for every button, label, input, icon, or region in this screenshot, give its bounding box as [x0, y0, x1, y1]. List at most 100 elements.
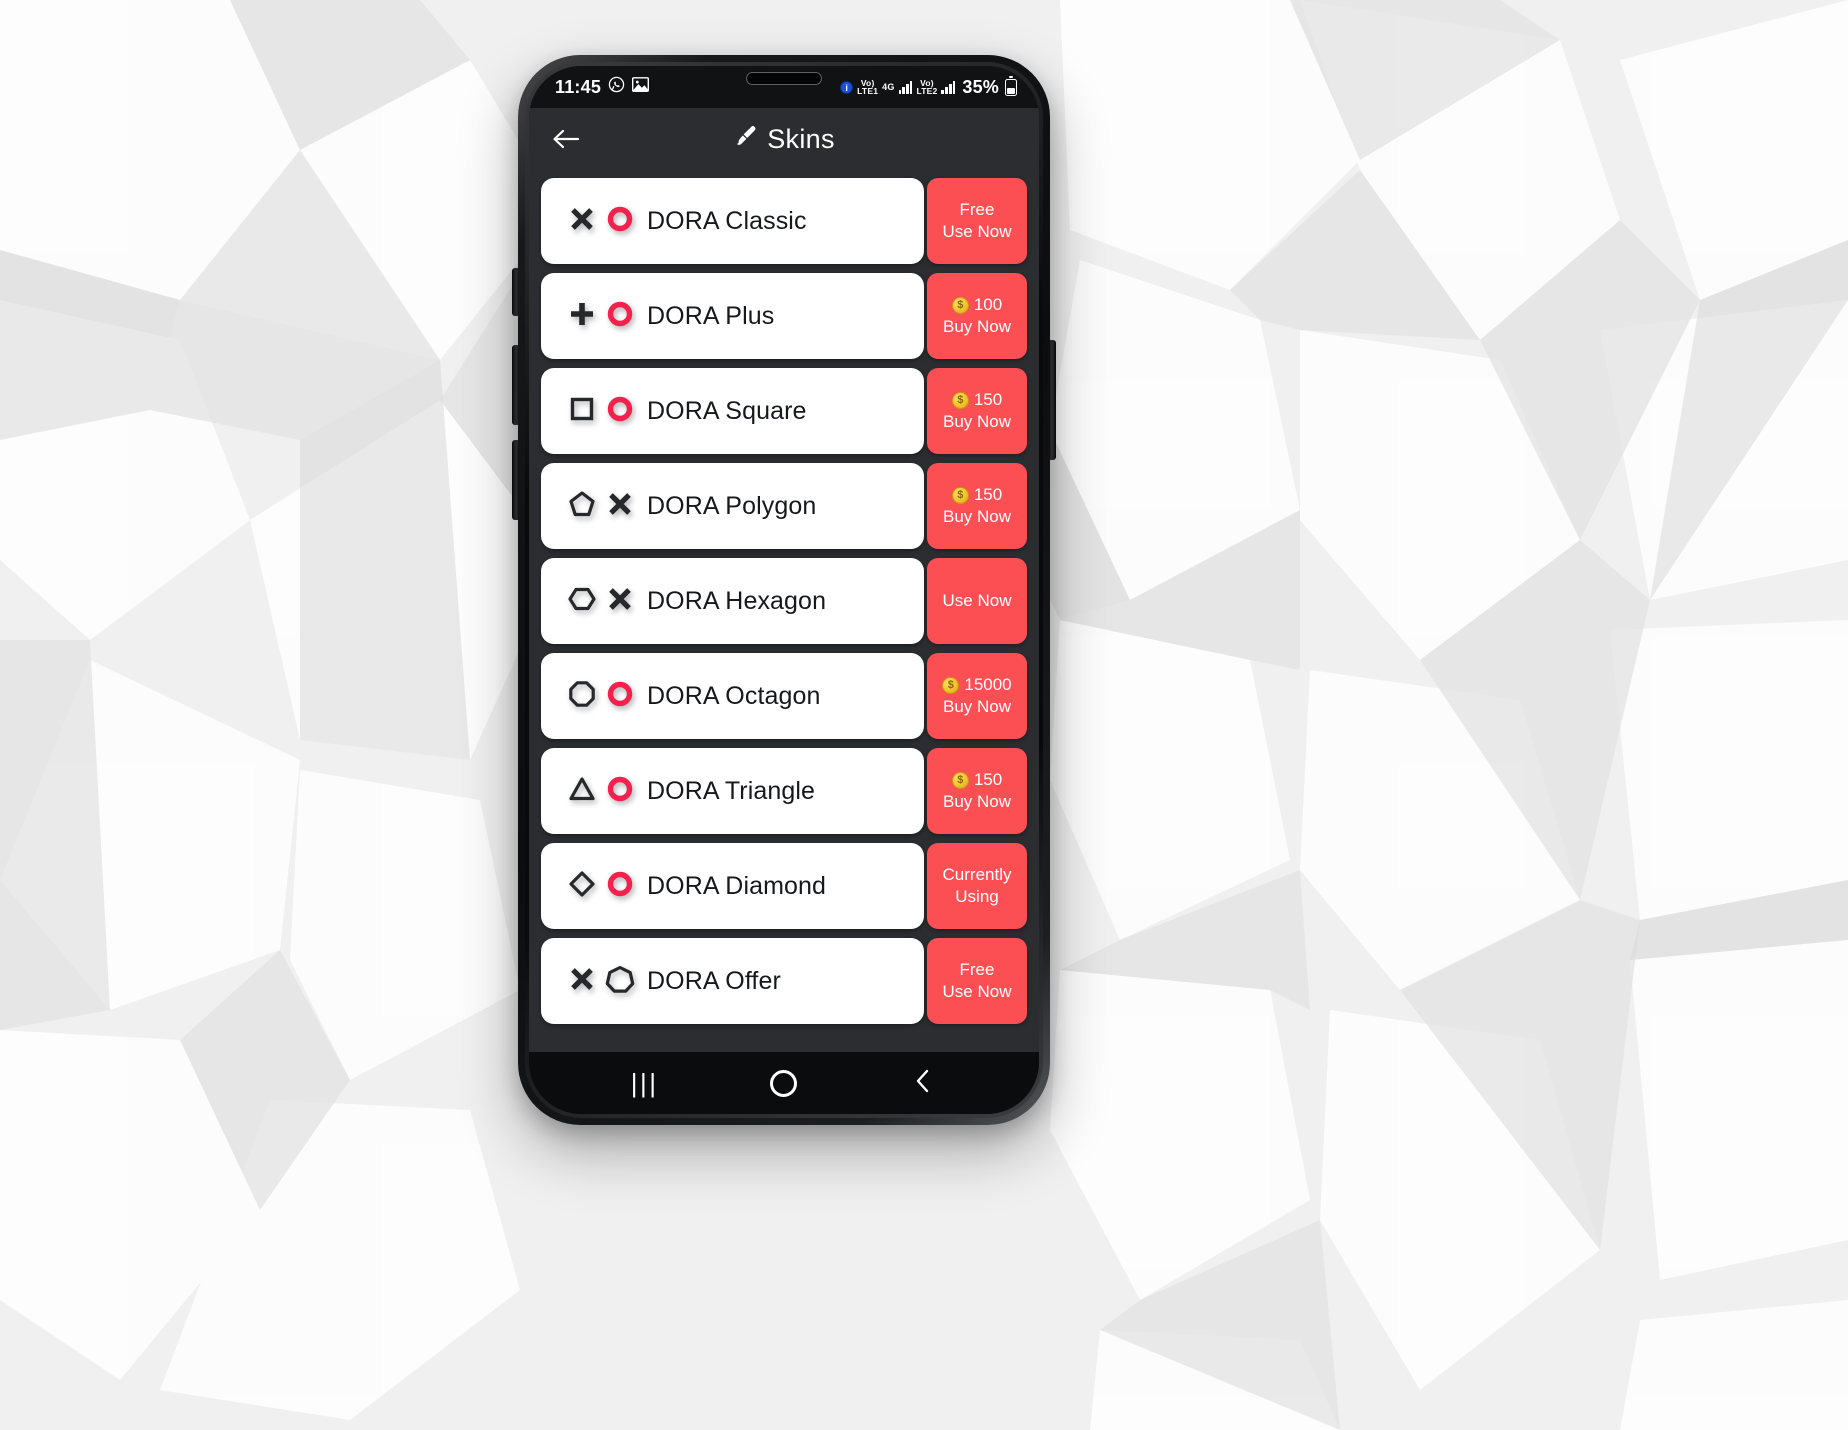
- nav-back-button[interactable]: [896, 1062, 950, 1104]
- skin-action-button[interactable]: Free Use Now: [927, 938, 1027, 1024]
- status-time: 11:45: [555, 76, 602, 97]
- nav-recents-button[interactable]: |||: [618, 1062, 672, 1104]
- skin-preview-icons: [567, 869, 635, 904]
- earpiece-speaker: [746, 72, 822, 85]
- phone-bezel: 11:45 i Vo) LTE1 4G Vo) LTE2 35% Skins D…: [525, 62, 1043, 1118]
- system-nav-bar: |||: [529, 1052, 1039, 1114]
- coin-icon: $: [951, 486, 969, 504]
- signal-bars-1-icon: [898, 80, 913, 94]
- skin-card[interactable]: DORA Polygon: [541, 463, 924, 549]
- skin-action-button[interactable]: $150 Buy Now: [927, 748, 1027, 834]
- sim2-line2: LTE2: [916, 86, 938, 96]
- circle-ring-icon: [605, 204, 635, 239]
- sim2-indicator: Vo) LTE2: [916, 78, 938, 96]
- skin-action-top-label: Free: [959, 960, 995, 980]
- skin-action-button[interactable]: Free Use Now: [927, 178, 1027, 264]
- octagon-icon: [567, 679, 597, 714]
- battery-percent-label: 35%: [962, 76, 999, 97]
- skin-card[interactable]: DORA Octagon: [541, 653, 924, 739]
- skin-action-top-label: Currently: [942, 865, 1012, 885]
- skin-action-bottom-label: Buy Now: [942, 317, 1012, 336]
- skin-name-label: DORA Polygon: [647, 491, 817, 520]
- coin-icon: $: [951, 771, 969, 789]
- cross-icon: [567, 204, 597, 239]
- nav-home-button[interactable]: [757, 1062, 811, 1104]
- cross-icon: [605, 489, 635, 524]
- phone-screen: 11:45 i Vo) LTE1 4G Vo) LTE2 35% Skins D…: [529, 66, 1039, 1114]
- skin-row: DORA Triangle $150 Buy Now: [541, 748, 1027, 834]
- skin-action-top-label: $150: [951, 390, 1003, 410]
- skin-action-bottom-label: Using: [955, 887, 999, 906]
- skin-action-top-label: $150: [951, 770, 1003, 790]
- skin-preview-icons: [567, 584, 635, 619]
- skin-row: DORA Plus $100 Buy Now: [541, 273, 1027, 359]
- skin-preview-icons: [567, 774, 635, 809]
- skin-price-label: 150: [973, 485, 1003, 505]
- skin-preview-icons: [567, 394, 635, 429]
- skin-action-top-label: $150: [951, 485, 1003, 505]
- skin-name-label: DORA Plus: [647, 301, 775, 330]
- skin-name-label: DORA Classic: [647, 206, 807, 235]
- skin-row: DORA Hexagon Use Now: [541, 558, 1027, 644]
- skin-action-button[interactable]: $150 Buy Now: [927, 368, 1027, 454]
- skin-price-label: 15000: [964, 675, 1012, 695]
- coin-icon: $: [951, 296, 969, 314]
- skin-row: DORA Polygon $150 Buy Now: [541, 463, 1027, 549]
- status-bar-left: 11:45: [555, 76, 650, 98]
- skin-card[interactable]: DORA Square: [541, 368, 924, 454]
- skin-action-button[interactable]: $15000 Buy Now: [927, 653, 1027, 739]
- skin-row: DORA Classic Free Use Now: [541, 178, 1027, 264]
- whatsapp-icon: [608, 76, 625, 98]
- coin-icon: $: [951, 391, 969, 409]
- skin-price-label: 100: [973, 295, 1003, 315]
- skin-price-label: 150: [973, 390, 1003, 410]
- skin-action-bottom-label: Use Now: [942, 222, 1012, 241]
- home-circle-icon: [770, 1069, 798, 1097]
- skin-action-bottom-label: Use Now: [942, 982, 1012, 1001]
- notification-dot-icon: [840, 80, 854, 94]
- app-title-group: Skins: [529, 124, 1039, 155]
- skin-preview-icons: [567, 299, 635, 334]
- paintbrush-icon: [733, 124, 758, 154]
- skin-name-label: DORA Offer: [647, 966, 781, 995]
- circle-ring-icon: [605, 299, 635, 334]
- cross-icon: [567, 964, 597, 999]
- back-chevron-icon: [912, 1067, 934, 1100]
- pentagon-icon: [567, 489, 597, 524]
- skin-action-bottom-label: Buy Now: [942, 412, 1012, 431]
- skin-card[interactable]: DORA Diamond: [541, 843, 924, 929]
- skin-card[interactable]: DORA Plus: [541, 273, 924, 359]
- skin-card[interactable]: DORA Triangle: [541, 748, 924, 834]
- skin-preview-icons: [567, 489, 635, 524]
- skin-preview-icons: [567, 204, 635, 239]
- skin-price-label: 150: [973, 770, 1003, 790]
- skin-card[interactable]: DORA Classic: [541, 178, 924, 264]
- network-type-label: 4G: [882, 81, 895, 92]
- skin-action-bottom-label: Buy Now: [942, 792, 1012, 811]
- skin-card[interactable]: DORA Hexagon: [541, 558, 924, 644]
- skin-card[interactable]: DORA Offer: [541, 938, 924, 1024]
- battery-icon: [1005, 76, 1017, 96]
- back-button[interactable]: [549, 122, 583, 156]
- skin-action-bottom-label: Use Now: [942, 591, 1012, 611]
- hexagon-icon: [567, 584, 597, 619]
- skin-name-label: DORA Triangle: [647, 776, 816, 805]
- skin-action-button[interactable]: Currently Using: [927, 843, 1027, 929]
- sim1-line2: LTE1: [857, 86, 879, 96]
- cross-icon: [605, 584, 635, 619]
- skin-action-button[interactable]: Use Now: [927, 558, 1027, 644]
- plus-icon: [567, 299, 597, 334]
- skin-row: DORA Square $150 Buy Now: [541, 368, 1027, 454]
- signal-bars-2-icon: [941, 80, 956, 94]
- skin-row: DORA Offer Free Use Now: [541, 938, 1027, 1024]
- diamond-icon: [567, 869, 597, 904]
- circle-ring-icon: [605, 394, 635, 429]
- skin-name-label: DORA Hexagon: [647, 586, 827, 615]
- skin-preview-icons: [567, 679, 635, 714]
- skin-name-label: DORA Octagon: [647, 681, 821, 710]
- skins-list: DORA Classic Free Use Now DORA Plus $100 Buy …: [529, 170, 1039, 1052]
- skin-action-button[interactable]: $100 Buy Now: [927, 273, 1027, 359]
- app-bar: Skins: [529, 108, 1039, 170]
- skin-action-button[interactable]: $150 Buy Now: [927, 463, 1027, 549]
- status-bar-right: Vo) LTE1 4G Vo) LTE2 35%: [840, 76, 1017, 98]
